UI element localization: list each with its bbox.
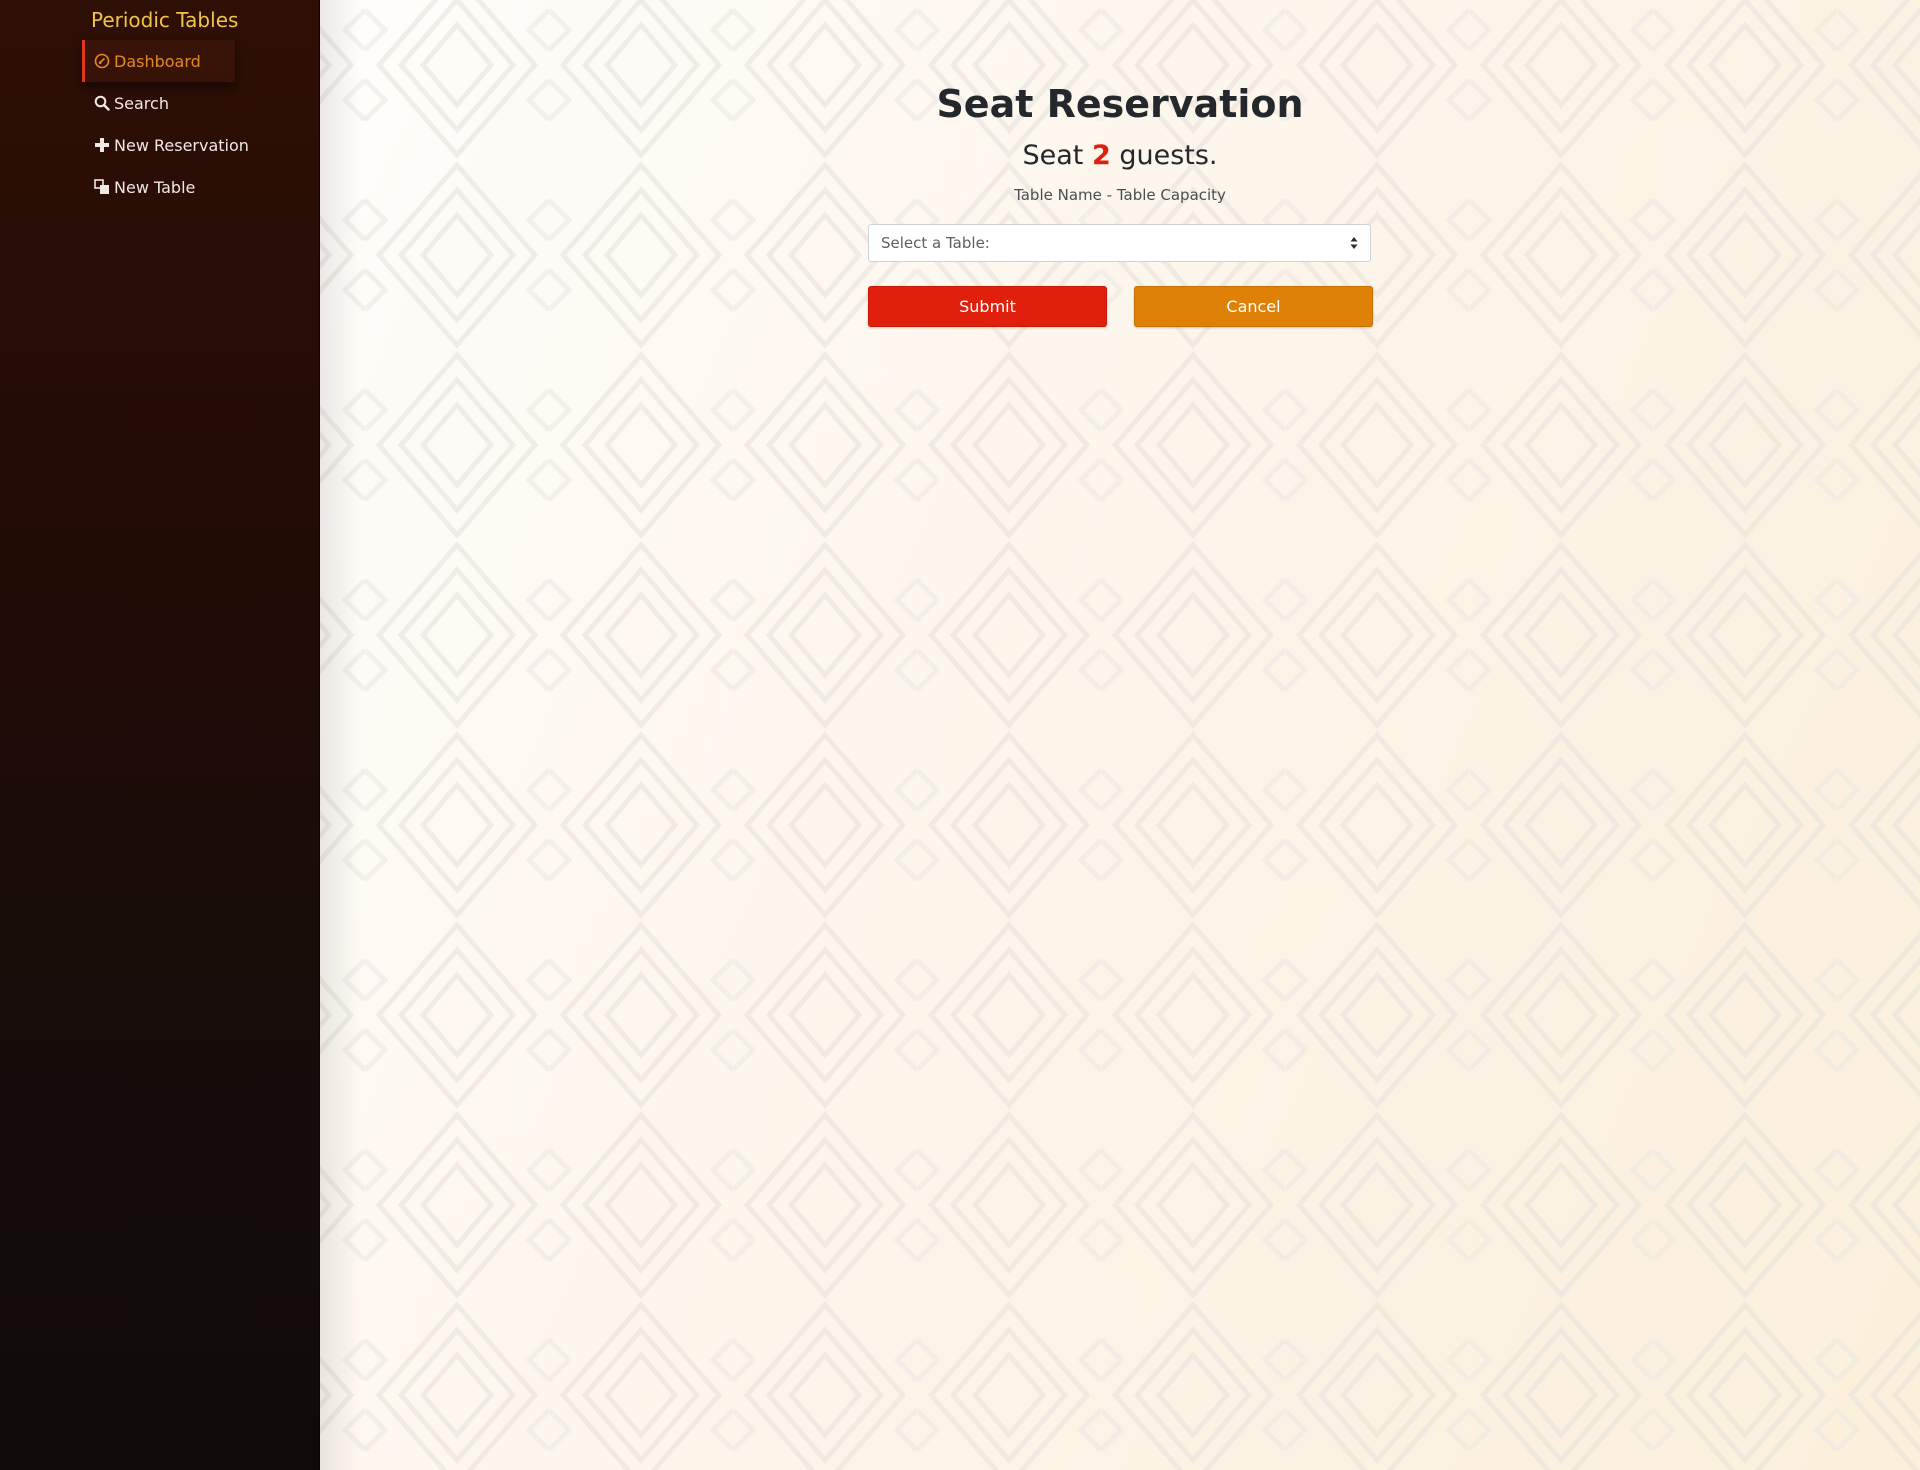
guest-count-line: Seat 2 guests. — [320, 140, 1920, 171]
subtitle-suffix: guests. — [1119, 140, 1218, 171]
table-select-value: Select a Table: — [881, 234, 990, 252]
sidebar-item-new-reservation[interactable]: New Reservation — [82, 124, 249, 166]
sidebar-item-label: Search — [114, 93, 169, 113]
main-content: Seat Reservation Seat 2 guests. Table Na… — [320, 0, 1920, 1470]
page-title: Seat Reservation — [936, 82, 1304, 126]
sidebar-item-label: Dashboard — [114, 51, 201, 71]
submit-button[interactable]: Submit — [868, 286, 1107, 327]
sidebar-item-label: New Reservation — [114, 135, 249, 155]
plus-icon — [94, 136, 112, 154]
background-pattern — [320, 0, 1920, 1470]
main-left-shadow — [320, 0, 360, 1470]
dashboard-icon — [94, 52, 112, 70]
sidebar-item-search[interactable]: Search — [82, 82, 169, 124]
sidebar-item-new-table[interactable]: New Table — [82, 166, 195, 208]
guest-count: 2 — [1091, 140, 1111, 171]
sidebar-item-label: New Table — [114, 177, 196, 197]
cancel-button[interactable]: Cancel — [1134, 286, 1373, 327]
subtitle-prefix: Seat — [1022, 140, 1084, 171]
sidebar: Periodic Tables Dashboard Search New Res… — [0, 0, 320, 1470]
sidebar-item-dashboard[interactable]: Dashboard — [82, 40, 235, 82]
search-icon — [94, 94, 112, 112]
table-select[interactable]: Select a Table: — [868, 224, 1371, 262]
table-icon — [94, 178, 112, 196]
table-format-hint: Table Name - Table Capacity — [1014, 186, 1226, 204]
select-arrows-icon — [1350, 237, 1358, 249]
brand-title[interactable]: Periodic Tables — [91, 8, 238, 32]
